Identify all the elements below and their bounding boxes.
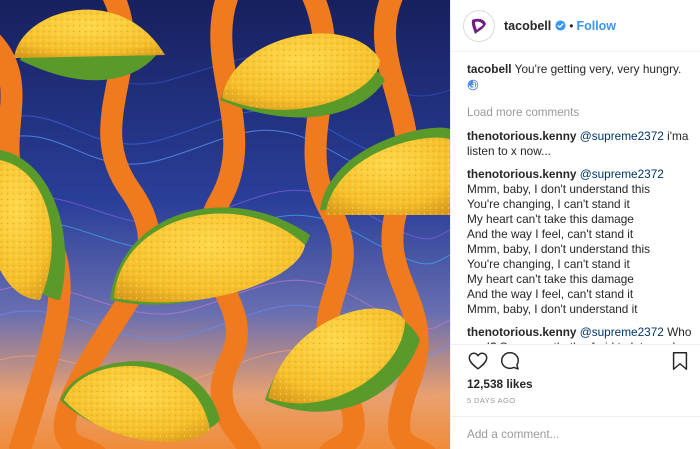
taco-pattern-image — [0, 0, 450, 449]
comment-username[interactable]: thenotorious.kenny — [467, 167, 576, 181]
comment-username[interactable]: thenotorious.kenny — [467, 325, 576, 339]
comment-mention[interactable]: @supreme2372 — [580, 129, 664, 143]
comment-item: thenotorious.kenny @supreme2372 i'ma lis… — [467, 129, 693, 159]
header-username[interactable]: tacobell — [504, 19, 551, 33]
comment-username[interactable]: thenotorious.kenny — [467, 129, 576, 143]
follow-button[interactable]: Follow — [576, 19, 616, 33]
action-icons — [467, 350, 692, 376]
instagram-post: tacobell • Follow tacobell You're gettin… — [0, 0, 700, 449]
avatar[interactable] — [463, 9, 495, 42]
comment-mention[interactable]: @supreme2372 — [580, 167, 664, 181]
load-more-comments[interactable]: Load more comments — [467, 105, 693, 120]
comment-item: thenotorious.kenny @supreme2372 Mmm, bab… — [467, 167, 693, 317]
comment-item: thenotorious.kenny @supreme2372 Who am I… — [467, 325, 693, 344]
taco-bell-logo-icon — [471, 18, 486, 34]
caption-text: You're getting very, very hungry. — [514, 62, 682, 76]
separator-dot: • — [569, 18, 574, 33]
add-comment-input[interactable] — [467, 425, 687, 443]
post-image[interactable] — [0, 0, 450, 449]
cyclone-emoji-icon — [467, 79, 479, 91]
heart-icon[interactable] — [467, 350, 489, 372]
comment-icon[interactable] — [499, 350, 521, 372]
add-comment-bar — [451, 416, 700, 449]
caption-username[interactable]: tacobell — [467, 62, 512, 76]
comments-list[interactable]: tacobell You're getting very, very hungr… — [467, 62, 693, 344]
verified-badge-icon — [555, 20, 566, 31]
bookmark-icon[interactable] — [669, 350, 691, 372]
post-header: tacobell • Follow — [451, 0, 700, 52]
post-caption: tacobell You're getting very, very hungr… — [467, 62, 693, 95]
comment-mention[interactable]: @supreme2372 — [580, 325, 664, 339]
post-side-panel: tacobell • Follow tacobell You're gettin… — [450, 0, 700, 449]
comment-text: Mmm, baby, I don't understand this You'r… — [467, 182, 651, 316]
likes-count[interactable]: 12,538 likes — [467, 377, 533, 391]
post-actions: 12,538 likes 5 DAYS AGO — [451, 344, 700, 449]
post-timestamp[interactable]: 5 DAYS AGO — [467, 396, 515, 405]
